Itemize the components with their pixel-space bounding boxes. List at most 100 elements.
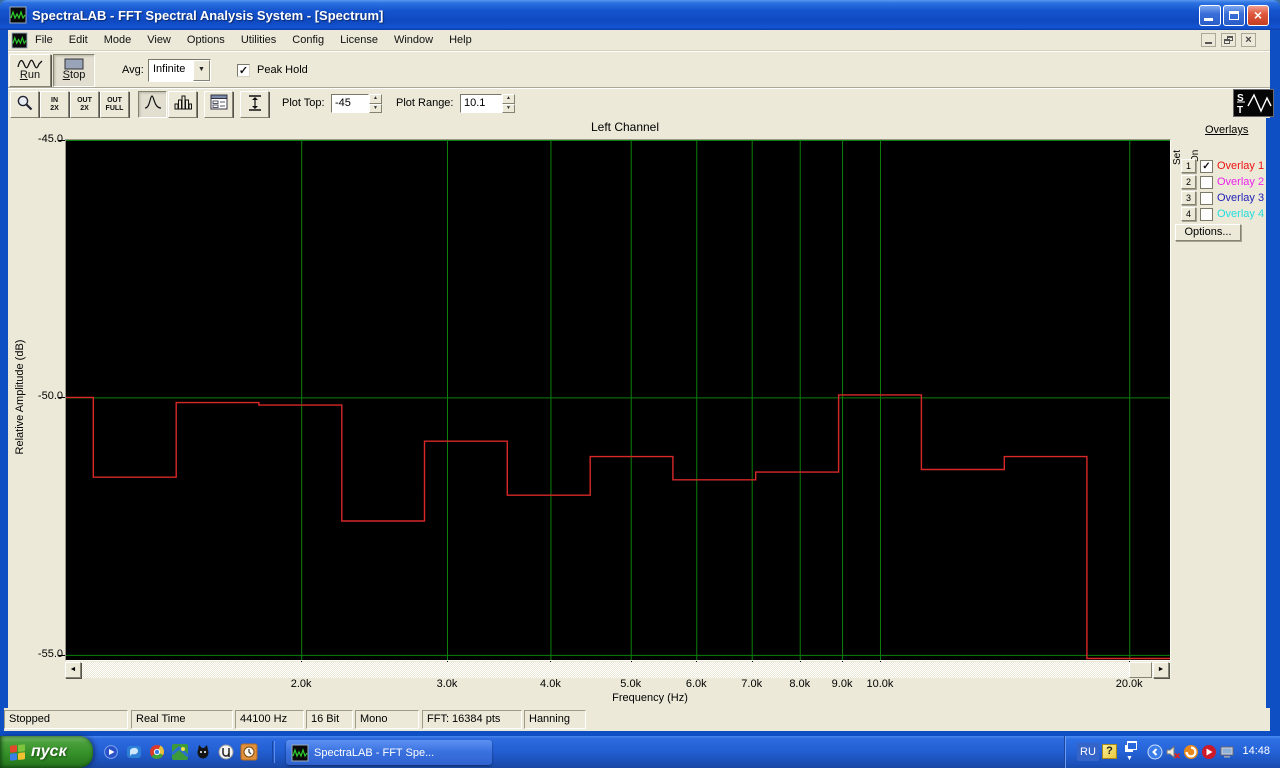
menu-item-config[interactable]: Config: [284, 31, 332, 49]
menu-item-edit[interactable]: Edit: [61, 31, 96, 49]
overlay-checkbox-4[interactable]: [1200, 207, 1213, 221]
mdi-restore-icon[interactable]: [1221, 33, 1236, 47]
start-button[interactable]: пуск: [0, 736, 93, 768]
spin-down-icon[interactable]: ▼: [369, 103, 382, 113]
zoom-in-2x-button[interactable]: IN 2X: [40, 91, 69, 118]
overlay-checkbox-2[interactable]: [1200, 175, 1213, 189]
menu-item-window[interactable]: Window: [386, 31, 441, 49]
window-title: SpectraLAB - FFT Spectral Analysis Syste…: [32, 7, 384, 23]
x-axis-tick-label: 4.0k: [540, 678, 561, 690]
combo-dropdown-icon[interactable]: ▼: [193, 60, 210, 81]
titlebar[interactable]: SpectraLAB - FFT Spectral Analysis Syste…: [0, 0, 1280, 30]
svg-text:T: T: [1237, 105, 1243, 116]
overlay-label: Overlay 1: [1217, 160, 1265, 172]
tray-icons: [1147, 744, 1235, 760]
plot-range-input[interactable]: 10.1: [460, 94, 502, 113]
chart-title: Left Channel: [590, 120, 660, 134]
overlay-checkbox-1[interactable]: ✓: [1200, 159, 1213, 173]
plot-top-label: Plot Top:: [282, 97, 325, 109]
restore-windows-icon[interactable]: [1127, 741, 1137, 750]
menu-item-utilities[interactable]: Utilities: [233, 31, 284, 49]
zoom-tool-button[interactable]: [10, 91, 39, 118]
vertical-range-button[interactable]: [240, 91, 269, 118]
language-indicator[interactable]: RU: [1077, 743, 1099, 761]
peak-hold-label: Peak Hold: [257, 64, 308, 76]
vertical-range-icon: [248, 95, 261, 111]
plot-toolbar: IN 2X OUT 2X OUT FULL Plot Top: -45 ▲ ▼ …: [8, 88, 1270, 118]
minimize-button[interactable]: [1199, 5, 1221, 26]
status-cell: Real Time: [131, 710, 233, 729]
zoom-out-full-button[interactable]: OUT FULL: [100, 91, 129, 118]
y-axis-tick-label: -50.0: [37, 390, 63, 403]
menu-item-license[interactable]: License: [332, 31, 386, 49]
spin-down-icon[interactable]: ▼: [502, 103, 515, 113]
player-icon[interactable]: [1201, 744, 1217, 760]
avg-combobox[interactable]: Infinite ▼: [148, 59, 211, 82]
maximize-button[interactable]: [1223, 5, 1245, 26]
zoom-out-2x-button[interactable]: OUT 2X: [70, 91, 99, 118]
mdi-child-icon[interactable]: [11, 32, 28, 48]
taskbar-task-spectralab[interactable]: SpectraLAB - FFT Spe...: [286, 740, 492, 765]
plot-top-input[interactable]: -45: [331, 94, 369, 113]
menu-item-options[interactable]: Options: [179, 31, 233, 49]
overlay-set-button-1[interactable]: 1: [1181, 159, 1196, 173]
status-cell: 16 Bit: [306, 710, 353, 729]
close-button[interactable]: ×: [1247, 5, 1269, 26]
menu-item-mode[interactable]: Mode: [96, 31, 140, 49]
overlay-checkbox-3[interactable]: [1200, 191, 1213, 205]
peak-hold-checkbox[interactable]: ✓: [237, 64, 250, 77]
overlay-set-button-3[interactable]: 3: [1181, 191, 1196, 205]
y-axis-tick-label: -55.0: [37, 647, 63, 660]
mdi-minimize-icon[interactable]: [1201, 33, 1216, 47]
line-plot-mode-button[interactable]: [138, 91, 167, 118]
overlay-rows: 1 ✓ Overlay 1 2 Overlay 2 3 Overlay 3 4 Overlay …: [1181, 158, 1264, 222]
media-player-icon[interactable]: [103, 744, 119, 760]
desktop: SpectraLAB - FFT Spectral Analysis Syste…: [0, 0, 1280, 768]
overlays-header: Overlays: [1205, 124, 1249, 136]
browser-icon[interactable]: [149, 744, 165, 760]
horizontal-scrollbar[interactable]: ◄ ►: [65, 662, 1171, 678]
spin-up-icon[interactable]: ▲: [502, 94, 515, 104]
peak-curve-icon: [144, 95, 161, 109]
x-axis-tick-label: 2.0k: [290, 678, 312, 690]
stop-button[interactable]: Stop: [53, 54, 95, 87]
scroll-right-icon[interactable]: ►: [1153, 662, 1169, 678]
menu-bar: File Edit Mode View Options Utilities Config Li…: [8, 30, 1270, 51]
overlay-options-button[interactable]: Options...: [1175, 224, 1241, 241]
updater-icon[interactable]: [1183, 744, 1199, 760]
avg-label: Avg:: [122, 64, 144, 76]
overlay-set-button-4[interactable]: 4: [1181, 207, 1196, 221]
plot-top-spinner[interactable]: ▲ ▼: [369, 94, 382, 113]
network-icon[interactable]: [1219, 744, 1235, 760]
help-icon[interactable]: ?: [1102, 744, 1117, 759]
messenger-icon[interactable]: [126, 744, 142, 760]
overlay-row: 4 Overlay 4: [1181, 206, 1264, 222]
volume-muted-icon[interactable]: [1165, 744, 1181, 760]
run-button[interactable]: Run: [9, 54, 51, 87]
chevron-down-icon[interactable]: ▼: [1126, 755, 1133, 762]
mdi-close-icon[interactable]: ×: [1241, 33, 1256, 47]
bar-plot-mode-button[interactable]: [168, 91, 197, 118]
plot-range-label: Plot Range:: [396, 97, 454, 109]
display-options-button[interactable]: [204, 91, 233, 118]
spectrum-plot: [65, 139, 1171, 661]
menu-item-file[interactable]: File: [27, 31, 61, 49]
maps-icon[interactable]: [171, 744, 189, 760]
scrollbar-thumb[interactable]: [1129, 662, 1152, 678]
pet-icon[interactable]: [195, 744, 211, 760]
taskbar: пуск SpectraLAB - FFT Spe... RU ? ▼ 14:4…: [0, 736, 1280, 768]
overlay-set-button-2[interactable]: 2: [1181, 175, 1196, 189]
task-label: SpectraLAB - FFT Spe...: [314, 746, 435, 759]
app-window: SpectraLAB - FFT Spectral Analysis Syste…: [0, 0, 1280, 736]
collapse-chevron-icon[interactable]: [1147, 744, 1163, 760]
scroll-left-icon[interactable]: ◄: [65, 662, 81, 678]
spin-up-icon[interactable]: ▲: [369, 94, 382, 104]
plot-range-spinner[interactable]: ▲ ▼: [502, 94, 515, 113]
clock-app-icon[interactable]: [240, 743, 258, 761]
menu-item-help[interactable]: Help: [441, 31, 480, 49]
menu-items: File Edit Mode View Options Utilities Config Li…: [27, 31, 480, 49]
utorrent-icon[interactable]: [218, 744, 234, 760]
x-axis-tick-label: 20.0k: [1115, 678, 1143, 690]
menu-item-view[interactable]: View: [139, 31, 179, 49]
overlay-label: Overlay 4: [1217, 208, 1265, 220]
